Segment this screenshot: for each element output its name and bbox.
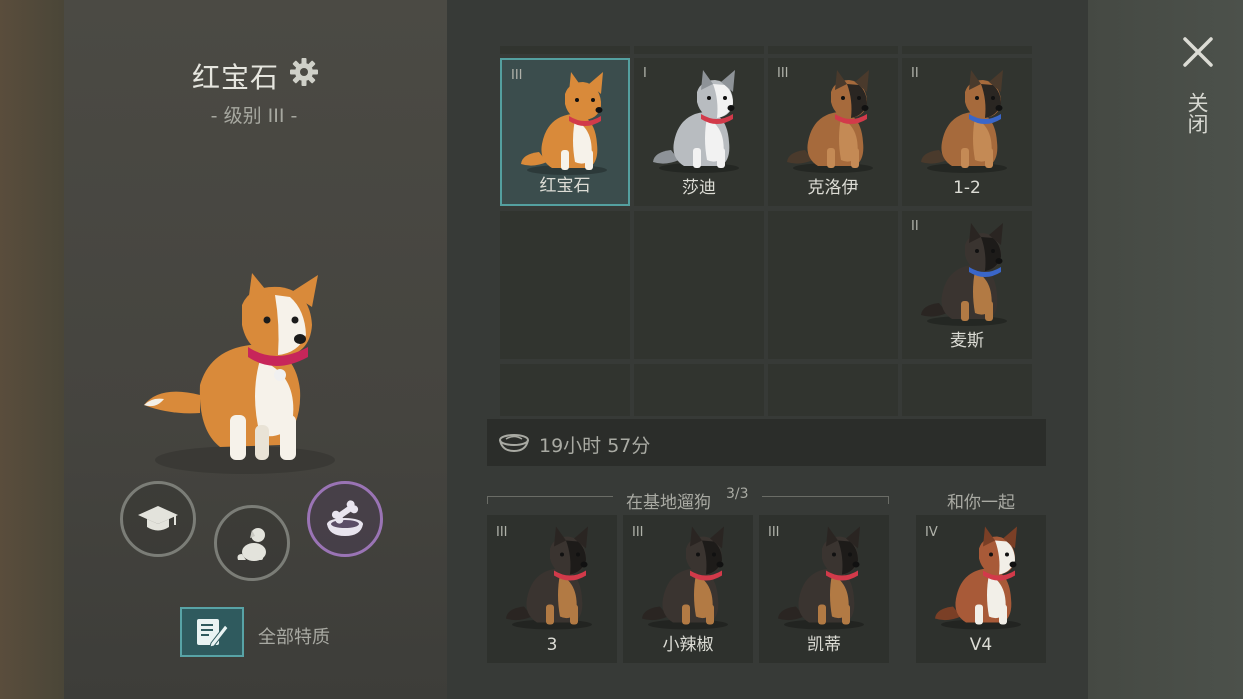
- dog-name: 红宝石: [539, 176, 591, 196]
- kennel-slot-dog[interactable]: I 莎迪: [634, 58, 764, 206]
- kennel-slot-partial: [500, 46, 630, 54]
- dog-portrait: [921, 70, 1007, 173]
- all-traits-label: 全部特质: [258, 627, 330, 648]
- food-bowl-icon: [327, 500, 363, 536]
- dog-portrait: [521, 72, 607, 175]
- kennel-slot-partial: [634, 46, 764, 54]
- kennel-slot-dog[interactable]: II 麦斯: [902, 211, 1032, 359]
- kennel-slot-empty: [634, 364, 764, 416]
- dog-name: V4: [969, 635, 993, 655]
- walk-section-label: 在基地遛狗: [626, 493, 711, 513]
- dog-sitting-icon: [237, 528, 266, 561]
- dog-name: 凯蒂: [807, 635, 841, 655]
- graduation-cap-icon: [138, 506, 178, 531]
- close-label[interactable]: 关闭: [1185, 92, 1210, 134]
- divider: [487, 496, 613, 497]
- food-bowl-icon: [499, 434, 529, 453]
- dog-name: 克洛伊: [807, 178, 859, 198]
- walk-dog-slot[interactable]: III 小辣椒: [623, 515, 753, 663]
- background-left: [0, 0, 64, 699]
- dog-portrait: [506, 526, 592, 630]
- kennel-slot-partial: [768, 46, 898, 54]
- kennel-slot-dog[interactable]: III 红宝石: [500, 58, 630, 206]
- dog-portrait: [787, 70, 873, 173]
- kennel-slot-empty: [768, 364, 898, 416]
- divider: [762, 496, 889, 497]
- companion-dog-slot[interactable]: IV V4: [916, 515, 1046, 663]
- dog-portrait: [653, 70, 739, 173]
- divider-tick: [487, 496, 488, 504]
- dog-level: - 级别 III -: [210, 105, 298, 127]
- dog-name: 1-2: [953, 178, 981, 198]
- dog-portrait: [935, 526, 1021, 630]
- with-you-label: 和你一起: [947, 493, 1015, 513]
- kennel-slot-dog[interactable]: II 1-2: [902, 58, 1032, 206]
- kennel-slot-empty: [500, 211, 630, 359]
- dog-portrait: [921, 223, 1007, 326]
- kennel-slot-empty: [902, 364, 1032, 416]
- dog-portrait: [642, 526, 728, 630]
- selected-dog-portrait: [144, 273, 335, 474]
- kennel-slot-empty: [500, 364, 630, 416]
- dog-name: 3: [546, 635, 558, 655]
- food-timer-bar: 19小时 57分: [487, 419, 1046, 466]
- dog-name-title: 红宝石: [192, 61, 280, 94]
- tier-label: I: [643, 66, 647, 81]
- divider-tick: [888, 496, 889, 504]
- dog-name: 小辣椒: [662, 635, 714, 655]
- pet-button[interactable]: [214, 505, 290, 581]
- dog-portrait: [778, 526, 864, 630]
- food-timer-text: 19小时 57分: [539, 435, 651, 457]
- dog-name: 莎迪: [682, 178, 716, 198]
- training-button[interactable]: [120, 481, 196, 557]
- background-right: [1088, 0, 1243, 699]
- kennel-slot-partial: [902, 46, 1032, 54]
- close-icon[interactable]: [1182, 36, 1214, 68]
- walk-dog-slot[interactable]: III 凯蒂: [759, 515, 889, 663]
- gear-icon[interactable]: [289, 57, 319, 87]
- dog-name: 麦斯: [950, 331, 984, 351]
- notes-icon: [197, 619, 229, 647]
- kennel-slot-dog[interactable]: III 克洛伊: [768, 58, 898, 206]
- all-traits-button[interactable]: [180, 607, 244, 657]
- kennel-slot-empty: [634, 211, 764, 359]
- kennel-grid: III 红宝石 I 莎迪 III 克洛伊 II 1-2 II 麦斯: [500, 46, 1033, 416]
- feed-button[interactable]: [307, 481, 383, 557]
- kennel-slot-empty: [768, 211, 898, 359]
- walk-dog-slot[interactable]: III 3: [487, 515, 617, 663]
- walk-count: 3/3: [726, 486, 749, 502]
